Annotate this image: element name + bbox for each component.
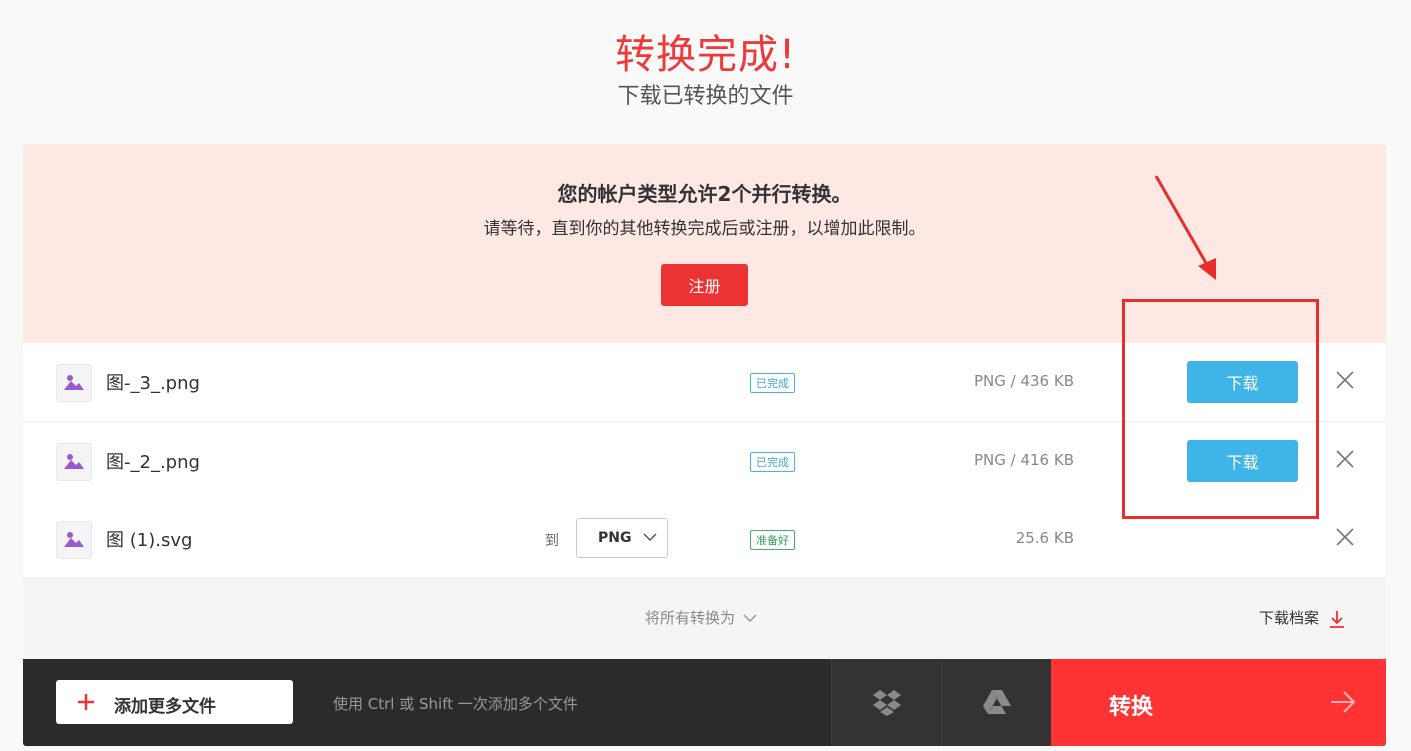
add-more-files-button[interactable]: 添加更多文件 <box>56 680 293 724</box>
download-archive-label: 下载档案 <box>1259 609 1320 627</box>
to-label: 到 <box>545 533 559 549</box>
convert-all-dropdown[interactable]: 将所有转换为 <box>645 607 757 628</box>
convert-all-label: 将所有转换为 <box>645 609 736 627</box>
page-title: 转换完成! <box>614 32 797 78</box>
multi-select-hint: 使用 Ctrl 或 Shift 一次添加多个文件 <box>333 695 578 713</box>
options-bar: 将所有转换为 下载档案 <box>23 579 1386 659</box>
arrow-right-icon <box>1331 691 1356 713</box>
download-icon <box>1330 610 1345 628</box>
file-row: 图-_2_.png 已完成 PNG / 416 KB 下载 <box>23 422 1386 501</box>
convert-label: 转换 <box>1109 695 1154 720</box>
format-value: PNG <box>598 530 632 546</box>
file-name: 图-_2_.png <box>106 452 200 473</box>
remove-file-icon[interactable] <box>1335 527 1355 547</box>
notice-text: 请等待，直到你的其他转换完成后或注册，以增加此限制。 <box>483 219 926 239</box>
status-badge: 已完成 <box>750 452 795 472</box>
page-subtitle: 下载已转换的文件 <box>617 84 794 109</box>
google-drive-icon <box>983 690 1011 714</box>
file-row: 图-_3_.png 已完成 PNG / 436 KB 下载 <box>23 343 1386 422</box>
signup-button[interactable]: 注册 <box>661 264 748 306</box>
bottom-toolbar: 添加更多文件 使用 Ctrl 或 Shift 一次添加多个文件 转换 <box>23 659 1386 746</box>
status-badge: 已完成 <box>750 373 795 393</box>
download-button[interactable]: 下载 <box>1187 440 1298 482</box>
file-size: 25.6 KB <box>1015 529 1074 547</box>
image-file-icon <box>56 521 92 559</box>
image-file-icon <box>56 364 92 402</box>
add-more-label: 添加更多文件 <box>114 697 216 717</box>
file-row: 图 (1).svg 到 PNG 准备好 25.6 KB <box>23 500 1386 579</box>
download-archive-link[interactable]: 下载档案 <box>1259 607 1345 628</box>
file-name: 图-_3_.png <box>106 373 200 394</box>
plus-icon <box>78 694 94 710</box>
download-button[interactable]: 下载 <box>1187 361 1298 403</box>
limit-notice: 您的帐户类型允许2个并行转换。 请等待，直到你的其他转换完成后或注册，以增加此限… <box>23 144 1386 343</box>
file-size: PNG / 436 KB <box>973 372 1074 390</box>
image-file-icon <box>56 443 92 481</box>
remove-file-icon[interactable] <box>1335 449 1355 469</box>
chevron-down-icon <box>743 614 757 623</box>
notice-title: 您的帐户类型允许2个并行转换。 <box>557 182 852 206</box>
conversion-panel: 您的帐户类型允许2个并行转换。 请等待，直到你的其他转换完成后或注册，以增加此限… <box>23 144 1386 746</box>
dropbox-icon <box>873 690 901 716</box>
dropbox-button[interactable] <box>831 659 942 746</box>
convert-button[interactable]: 转换 <box>1051 659 1386 746</box>
format-select[interactable]: PNG <box>576 518 668 558</box>
google-drive-button[interactable] <box>941 659 1052 746</box>
chevron-down-icon <box>643 533 657 542</box>
remove-file-icon[interactable] <box>1335 370 1355 390</box>
file-name: 图 (1).svg <box>106 530 193 551</box>
file-size: PNG / 416 KB <box>973 451 1074 469</box>
status-badge: 准备好 <box>750 530 795 550</box>
